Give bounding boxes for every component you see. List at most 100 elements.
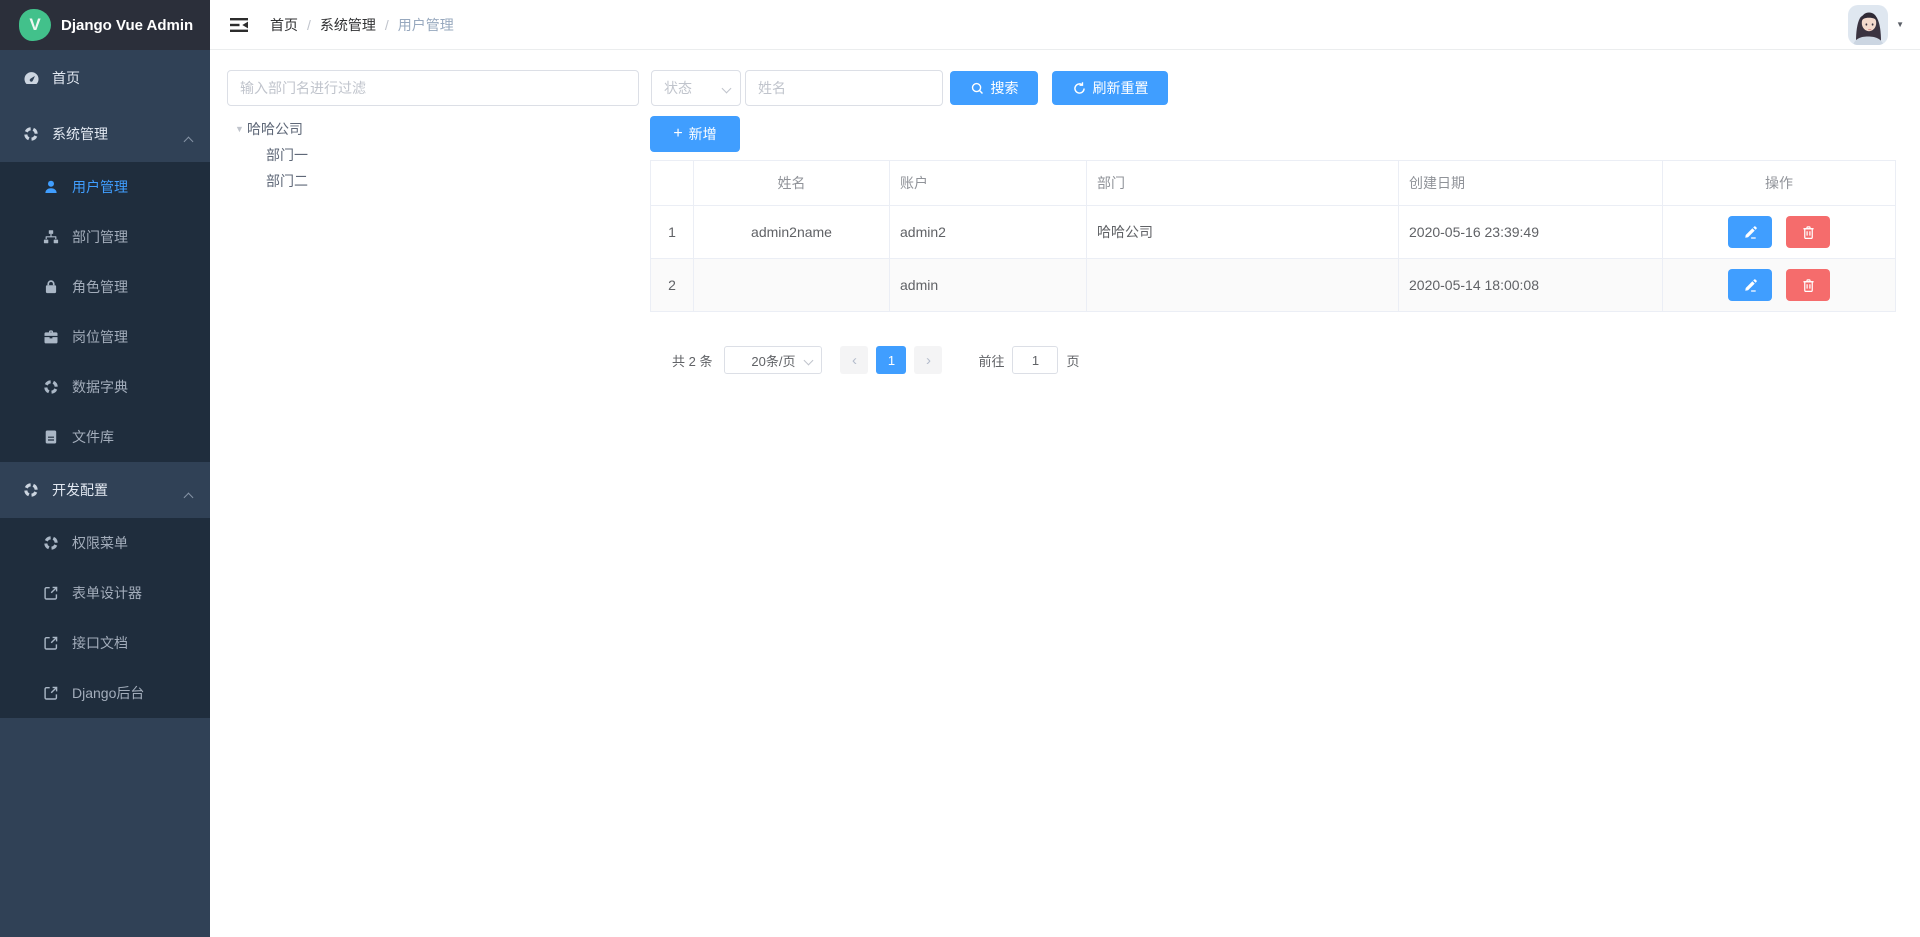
tree-node-dept[interactable]: 部门二 — [235, 168, 308, 194]
search-button-label: 搜索 — [991, 78, 1019, 98]
sidebar-item-label: Django后台 — [72, 683, 144, 703]
sidebar-item-label: 部门管理 — [72, 227, 128, 247]
search-button[interactable]: 搜索 — [950, 71, 1038, 105]
cell-actions — [1663, 206, 1896, 259]
user-icon — [42, 178, 60, 196]
edit-button[interactable] — [1728, 216, 1772, 248]
cell-dept: 哈哈公司 — [1087, 206, 1399, 259]
add-button-label: 新增 — [689, 124, 717, 144]
dev-submenu: 权限菜单 表单设计器 接口文档 — [0, 518, 210, 718]
sidebar-item-system[interactable]: 系统管理 — [0, 106, 210, 162]
delete-button[interactable] — [1786, 216, 1830, 248]
table-row: 2 admin 2020-05-14 18:00:08 — [651, 259, 1896, 312]
breadcrumb-home[interactable]: 首页 — [270, 15, 298, 35]
page-size-select[interactable]: 20条/页 — [724, 346, 822, 374]
cell-name: admin2name — [694, 206, 890, 259]
sidebar-item-files[interactable]: 文件库 — [0, 412, 210, 462]
page-size-value: 20条/页 — [751, 351, 795, 370]
sidebar-item-label: 开发配置 — [52, 480, 108, 500]
app-root: V Django Vue Admin 首页 系统管理 — [0, 0, 1920, 937]
tree-node-company[interactable]: ▼ 哈哈公司 — [235, 116, 308, 142]
sidebar-item-django-admin[interactable]: Django后台 — [0, 668, 210, 718]
sidebar-item-dictionary[interactable]: 数据字典 — [0, 362, 210, 412]
header-index — [651, 161, 694, 206]
header-created: 创建日期 — [1399, 161, 1663, 206]
cell-account: admin2 — [890, 206, 1087, 259]
logo-letter: V — [29, 15, 40, 35]
sidebar-item-dev-config[interactable]: 开发配置 — [0, 462, 210, 518]
breadcrumb-separator: / — [307, 17, 311, 33]
sidebar-item-label: 角色管理 — [72, 277, 128, 297]
sidebar: V Django Vue Admin 首页 系统管理 — [0, 0, 210, 937]
sidebar-item-roles[interactable]: 角色管理 — [0, 262, 210, 312]
component-icon — [22, 125, 40, 143]
breadcrumb: 首页 / 系统管理 / 用户管理 — [270, 15, 454, 35]
sidebar-item-form-designer[interactable]: 表单设计器 — [0, 568, 210, 618]
sidebar-item-label: 表单设计器 — [72, 583, 142, 603]
cell-dept — [1087, 259, 1399, 312]
name-search-input[interactable] — [745, 70, 943, 106]
sidebar-item-users[interactable]: 用户管理 — [0, 162, 210, 212]
department-tree: ▼ 哈哈公司 部门一 部门二 — [235, 116, 308, 194]
sidebar-item-departments[interactable]: 部门管理 — [0, 212, 210, 262]
cell-created: 2020-05-16 23:39:49 — [1399, 206, 1663, 259]
edit-button[interactable] — [1728, 269, 1772, 301]
cell-actions — [1663, 259, 1896, 312]
sidebar-item-permission-menu[interactable]: 权限菜单 — [0, 518, 210, 568]
page-number-button[interactable]: 1 — [876, 346, 906, 374]
caret-down-icon[interactable]: ▼ — [1896, 20, 1904, 29]
prev-page-button[interactable]: ‹ — [840, 346, 868, 374]
cell-created: 2020-05-14 18:00:08 — [1399, 259, 1663, 312]
avatar[interactable] — [1848, 5, 1888, 45]
document-icon — [42, 428, 60, 446]
refresh-reset-button[interactable]: 刷新重置 — [1052, 71, 1168, 105]
breadcrumb-system[interactable]: 系统管理 — [320, 15, 376, 35]
sidebar-item-label: 首页 — [52, 68, 80, 88]
breadcrumb-current: 用户管理 — [398, 15, 454, 35]
component-icon — [22, 481, 40, 499]
tree-node-dept[interactable]: 部门一 — [235, 142, 308, 168]
refresh-icon — [1072, 81, 1087, 96]
add-user-button[interactable]: + 新增 — [650, 116, 740, 152]
cell-account: admin — [890, 259, 1087, 312]
sidebar-item-label: 系统管理 — [52, 124, 108, 144]
tree-node-label: 部门一 — [266, 145, 308, 165]
breadcrumb-separator: / — [385, 17, 389, 33]
chevron-up-icon — [185, 488, 192, 504]
goto-unit-label: 页 — [1066, 351, 1079, 370]
tree-children: 部门一 部门二 — [235, 142, 308, 194]
user-menu[interactable]: ▼ — [1848, 5, 1904, 45]
sidebar-item-label: 接口文档 — [72, 633, 128, 653]
table-row: 1 admin2name admin2 哈哈公司 2020-05-16 23:3… — [651, 206, 1896, 259]
tree-expand-caret-icon[interactable]: ▼ — [235, 124, 247, 134]
fold-sidebar-icon[interactable] — [228, 16, 250, 34]
trash-icon — [1801, 278, 1816, 293]
table-header-row: 姓名 账户 部门 创建日期 操作 — [651, 161, 1896, 206]
pagination: 共 2 条 20条/页 ‹ 1 › 前往 页 — [672, 346, 1080, 374]
pencil-icon — [1743, 225, 1758, 240]
next-page-button[interactable]: › — [914, 346, 942, 374]
cell-name — [694, 259, 890, 312]
status-select[interactable] — [651, 70, 741, 106]
total-count-label: 共 2 条 — [672, 351, 712, 370]
search-icon — [970, 81, 985, 96]
top-bar: 首页 / 系统管理 / 用户管理 ▼ — [210, 0, 1920, 50]
lock-icon — [42, 278, 60, 296]
delete-button[interactable] — [1786, 269, 1830, 301]
header-name: 姓名 — [694, 161, 890, 206]
sidebar-item-home[interactable]: 首页 — [0, 50, 210, 106]
trash-icon — [1801, 225, 1816, 240]
system-submenu: 用户管理 部门管理 角色管理 — [0, 162, 210, 462]
component-icon — [42, 378, 60, 396]
sidebar-item-posts[interactable]: 岗位管理 — [0, 312, 210, 362]
header-actions: 操作 — [1663, 161, 1896, 206]
department-filter-input[interactable] — [227, 70, 639, 106]
component-icon — [42, 534, 60, 552]
pencil-icon — [1743, 278, 1758, 293]
goto-page-input[interactable] — [1012, 346, 1058, 374]
chevron-down-icon — [804, 356, 814, 366]
external-link-icon — [42, 684, 60, 702]
briefcase-icon — [42, 328, 60, 346]
sidebar-item-api-docs[interactable]: 接口文档 — [0, 618, 210, 668]
reset-button-label: 刷新重置 — [1093, 78, 1149, 98]
